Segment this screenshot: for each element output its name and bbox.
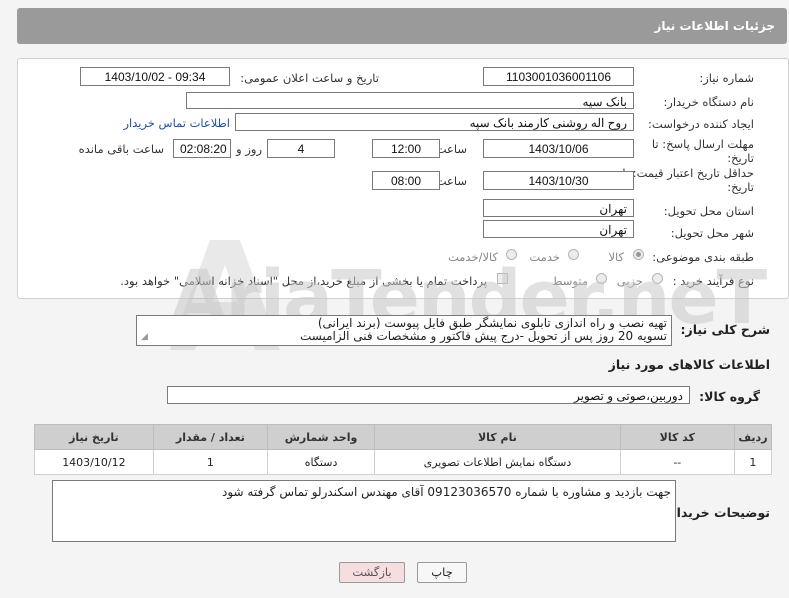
creator-field[interactable]: روح اله روشنی کارمند بانک سپه — [235, 113, 634, 131]
resize-handle-icon[interactable]: ◢ — [141, 331, 148, 344]
description-label: شرح کلی نیاز: — [680, 322, 770, 337]
category-radio-goods-service[interactable] — [506, 249, 517, 260]
col-item-code: کد کالا — [619, 424, 735, 450]
announce-date-field[interactable]: 1403/10/02 - 09:34 — [80, 67, 230, 86]
table-row[interactable]: 1 -- دستگاه نمایش اطلاعات تصویری دستگاه … — [34, 449, 773, 475]
col-need-date: تاریخ نیاز — [34, 424, 154, 450]
page-title: جزئیات اطلاعات نیاز — [654, 19, 775, 33]
description-line-2: تسویه 20 روز پس از تحویل -درج پیش فاکتور… — [299, 329, 667, 343]
price-time-field[interactable]: 08:00 — [372, 171, 440, 190]
purchase-option-medium: متوسط — [551, 274, 588, 288]
reply-time-label: ساعت — [435, 142, 467, 156]
reply-time-field[interactable]: 12:00 — [372, 139, 440, 158]
purchase-radio-minor[interactable] — [652, 273, 663, 284]
treasury-payment-checkbox[interactable] — [497, 273, 508, 284]
title-bar: جزئیات اطلاعات نیاز — [17, 8, 787, 44]
days-remaining-field[interactable]: 4 — [267, 139, 335, 158]
back-button[interactable]: بازگشت — [339, 562, 405, 583]
announce-date-label: تاریخ و ساعت اعلان عمومی: — [240, 71, 379, 85]
reply-deadline-label-date: تاریخ: — [727, 151, 754, 165]
purchase-option-minor: جزیی — [616, 274, 643, 288]
reply-deadline-label: مهلت ارسال پاسخ: تا — [651, 137, 754, 151]
cell-quantity: 1 — [152, 449, 268, 475]
buyer-notes-textarea[interactable]: جهت بازدید و مشاوره با شماره 09123036570… — [52, 480, 676, 542]
city-label: شهر محل تحویل: — [670, 226, 754, 240]
price-date-field[interactable]: 1403/10/30 — [483, 171, 634, 190]
buyer-org-field[interactable]: بانک سپه — [186, 92, 634, 109]
purchase-type-label: نوع فرآیند خرید : — [672, 274, 754, 288]
col-quantity: تعداد / مقدار — [152, 424, 268, 450]
buyer-notes-label: توضیحات خریدار: — [664, 505, 770, 520]
goods-table: ردیف کد کالا نام کالا واحد شمارش تعداد /… — [34, 424, 773, 475]
description-textarea[interactable]: تهیه نصب و راه اندازی تابلوی نمایشگر طبق… — [136, 315, 672, 346]
reply-date-field[interactable]: 1403/10/06 — [483, 139, 634, 158]
col-row-number: ردیف — [733, 424, 773, 450]
province-field[interactable]: تهران — [483, 199, 634, 217]
goods-table-header: ردیف کد کالا نام کالا واحد شمارش تعداد /… — [34, 424, 773, 450]
city-field[interactable]: تهران — [483, 220, 634, 238]
col-item-name: نام کالا — [374, 424, 621, 450]
need-number-label: شماره نیاز: — [699, 71, 754, 85]
category-radio-goods[interactable] — [633, 249, 644, 260]
category-option-goods-service: کالا/خدمت — [447, 250, 498, 264]
price-time-label: ساعت — [435, 174, 467, 188]
goods-group-field[interactable]: دوربین،صوتی و تصویر — [167, 386, 690, 404]
price-validity-label: حداقل تاریخ اعتبار قیمت: تا — [622, 166, 754, 180]
goods-info-title: اطلاعات کالاهای مورد نیاز — [608, 357, 770, 372]
cell-need-date: 1403/10/12 — [34, 449, 154, 475]
goods-group-label: گروه کالا: — [699, 389, 760, 404]
buyer-contact-link[interactable]: اطلاعات تماس خریدار — [123, 116, 230, 130]
cell-unit: دستگاه — [266, 449, 376, 475]
purchase-radio-medium[interactable] — [596, 273, 607, 284]
category-label: طبقه بندی موضوعی: — [652, 250, 754, 264]
treasury-payment-note: پرداخت تمام یا بخشی از مبلغ خرید،از محل … — [120, 274, 487, 288]
creator-label: ایجاد کننده درخواست: — [648, 117, 754, 131]
remaining-time-label: ساعت باقی مانده — [78, 142, 164, 156]
days-label: روز و — [236, 142, 262, 156]
cell-row-number: 1 — [733, 449, 773, 475]
cell-item-code: -- — [619, 449, 735, 475]
category-radio-service[interactable] — [568, 249, 579, 260]
buyer-notes-text: جهت بازدید و مشاوره با شماره 09123036570… — [221, 485, 671, 499]
cell-item-name: دستگاه نمایش اطلاعات تصویری — [374, 449, 621, 475]
price-validity-label-date: تاریخ: — [727, 180, 754, 194]
category-option-service: خدمت — [529, 250, 560, 264]
print-button[interactable]: چاپ — [417, 562, 467, 583]
province-label: استان محل تحویل: — [663, 204, 754, 218]
buyer-org-label: نام دستگاه خریدار: — [663, 95, 754, 109]
need-number-field[interactable]: 1103001036001106 — [483, 67, 634, 86]
category-option-goods: کالا — [608, 250, 624, 264]
col-unit: واحد شمارش — [266, 424, 376, 450]
remaining-time-field[interactable]: 02:08:20 — [173, 139, 231, 158]
